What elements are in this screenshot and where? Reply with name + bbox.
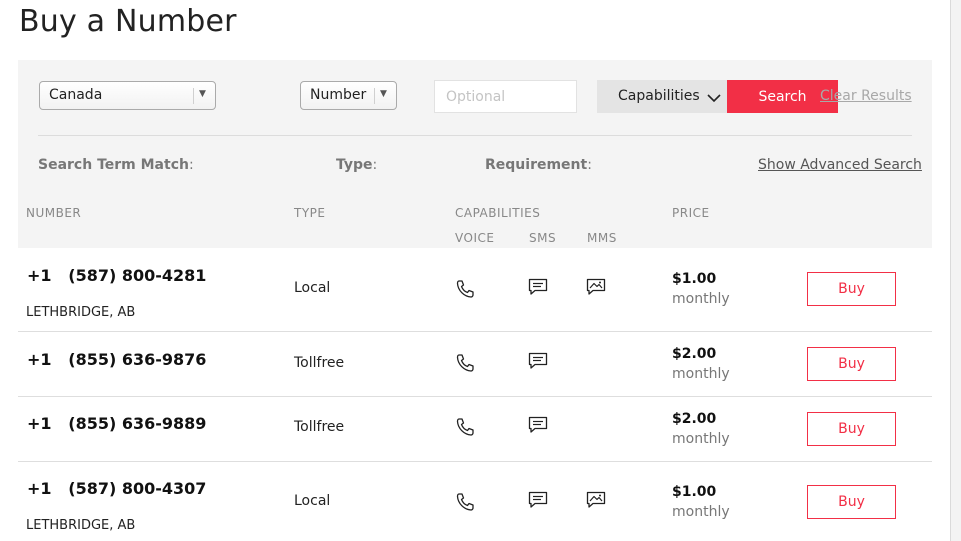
message-icon: [528, 491, 548, 509]
phone-number: +1 (855) 636-9876: [27, 350, 207, 369]
price-amount: $1.00: [672, 484, 717, 500]
filter-label-text: Type: [336, 157, 373, 173]
filter-label-text: Requirement: [485, 157, 588, 173]
filter-type: Type:: [336, 157, 377, 173]
image-message-icon: [586, 491, 606, 509]
column-header-type: TYPE: [294, 206, 326, 220]
number-type: Tollfree: [294, 355, 345, 371]
show-advanced-search-link[interactable]: Show Advanced Search: [758, 157, 922, 173]
price-period: monthly: [672, 504, 730, 520]
price-period: monthly: [672, 291, 730, 307]
caret-down-icon: ▼: [380, 89, 387, 99]
buy-button[interactable]: Buy: [807, 412, 896, 446]
page-scrollbar[interactable]: [950, 0, 961, 541]
phone-number: +1 (587) 800-4307: [27, 479, 207, 498]
capabilities-dropdown[interactable]: Capabilities: [597, 80, 728, 113]
message-icon: [528, 278, 548, 296]
page-title: Buy a Number: [19, 4, 237, 39]
number-type: Local: [294, 493, 331, 509]
number-location: LETHBRIDGE, AB: [26, 518, 136, 533]
filter-label-text: Search Term Match: [38, 157, 189, 173]
column-header-voice: VOICE: [455, 231, 495, 245]
number-location: LETHBRIDGE, AB: [26, 305, 136, 320]
price-period: monthly: [672, 431, 730, 447]
divider: [38, 135, 912, 136]
country-select[interactable]: Canada ▼: [39, 81, 216, 110]
phone-icon: [455, 353, 475, 372]
phone-icon: [455, 492, 475, 511]
phone-icon: [455, 417, 475, 436]
number-type-select-value: Number: [310, 87, 367, 103]
message-icon: [528, 416, 548, 434]
filter-requirement: Requirement:: [485, 157, 592, 173]
country-select-value: Canada: [49, 87, 103, 103]
column-header-number: NUMBER: [26, 206, 82, 220]
capabilities-dropdown-label: Capabilities: [618, 88, 700, 104]
column-header-price: PRICE: [672, 206, 710, 220]
clear-results-link[interactable]: Clear Results: [820, 88, 912, 104]
phone-number: +1 (587) 800-4281: [27, 266, 207, 285]
phone-icon: [455, 279, 475, 298]
filter-colon: :: [372, 157, 378, 173]
caret-down-icon: ▼: [199, 89, 206, 99]
select-divider: [193, 88, 194, 104]
image-message-icon: [586, 278, 606, 296]
buy-button[interactable]: Buy: [807, 485, 896, 519]
column-header-mms: MMS: [587, 231, 617, 245]
number-type-select[interactable]: Number ▼: [300, 81, 397, 110]
buy-button[interactable]: Buy: [807, 272, 896, 306]
buy-button[interactable]: Buy: [807, 347, 896, 381]
table-row: +1 (855) 636-9876 Tollfree $2.00 monthly…: [18, 332, 932, 397]
price-period: monthly: [672, 366, 730, 382]
search-panel: Canada ▼ Number ▼ Capabilities Search Cl…: [18, 60, 932, 248]
number-type: Tollfree: [294, 419, 345, 435]
filter-colon: :: [587, 157, 592, 173]
table-row: +1 (587) 800-4307 LETHBRIDGE, AB Local $…: [18, 462, 932, 541]
price-amount: $1.00: [672, 271, 717, 287]
price-amount: $2.00: [672, 411, 717, 427]
select-divider: [374, 88, 375, 104]
column-header-sms: SMS: [529, 231, 557, 245]
chevron-down-icon: [707, 91, 721, 107]
table-row: +1 (855) 636-9889 Tollfree $2.00 monthly…: [18, 397, 932, 462]
price-amount: $2.00: [672, 346, 717, 362]
search-term-input[interactable]: [434, 80, 577, 113]
table-row: +1 (587) 800-4281 LETHBRIDGE, AB Local $…: [18, 248, 932, 332]
filter-colon: :: [188, 157, 194, 173]
filter-search-term-match: Search Term Match:: [38, 157, 194, 173]
column-header-capabilities: CAPABILITIES: [455, 206, 541, 220]
phone-number: +1 (855) 636-9889: [27, 414, 207, 433]
number-type: Local: [294, 280, 331, 296]
message-icon: [528, 352, 548, 370]
